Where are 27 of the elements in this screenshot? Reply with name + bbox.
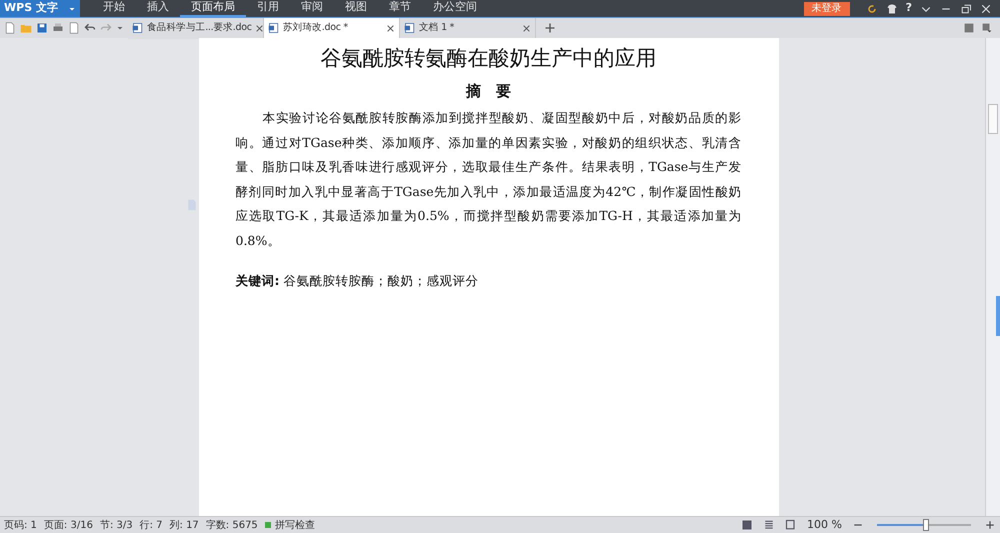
status-item: 节: 3/3 [100, 518, 133, 532]
menu-tab[interactable]: 开始 [92, 0, 136, 17]
menu-tab[interactable]: 引用 [246, 0, 290, 17]
tab-label: 文档 1 * [419, 20, 454, 35]
spell-check-label[interactable]: 拼写检查 [274, 518, 315, 532]
help-button[interactable]: ? [906, 0, 912, 17]
abstract-heading: 摘 要 [466, 80, 511, 102]
status-item: 字数: 5675 [206, 518, 258, 532]
status-item: 列: 17 [170, 518, 199, 532]
document-tab[interactable]: 苏刘琦改.doc * [264, 18, 400, 38]
status-item: 页面: 3/16 [44, 518, 93, 532]
status-item: 页码: 1 [4, 518, 37, 532]
keywords-label: 关键词: [236, 272, 280, 290]
menu-tab[interactable]: 插入 [136, 0, 180, 17]
abstract-paragraph: 本实验讨论谷氨酰胺转胺酶添加到搅拌型酸奶、凝固型酸奶中后，对酸奶品质的影响。通过对TGase种类、添加顺序、添加量的单因素实验，对酸奶的组织状态、乳清含量、脂肪口味及乳香味进行感观评分，选取最佳生产条件。结果表明，TGase与生产发酵剂同时加入乳中显著高于TGase先加入乳中，添加最适温度为42℃，制作凝固性酸奶应选取TG-K，其最适添加量为0.5%，而搅拌型酸奶需要添加TG-H，其最适添加量为0.8%。 [236, 109, 742, 250]
menu-tab[interactable]: 办公空间 [422, 0, 488, 17]
zoom-level: 100 % [807, 516, 842, 533]
menu-tab[interactable]: 章节 [378, 0, 422, 17]
document-title: 谷氨酰胺转氨酶在酸奶生产中的应用 [320, 45, 656, 72]
menu-tab[interactable]: 审阅 [290, 0, 334, 17]
tab-label: 苏刘琦改.doc * [283, 20, 348, 35]
status-item: 行: 7 [140, 518, 163, 532]
app-menu-button[interactable]: WPS 文字 [0, 0, 80, 17]
document-tab[interactable]: 食品科学与工...要求.doc [128, 18, 264, 38]
keywords-text: 谷氨酰胺转胺酶；酸奶；感观评分 [284, 272, 478, 290]
menu-tab[interactable]: 视图 [334, 0, 378, 17]
tab-label: 食品科学与工...要求.doc [147, 20, 252, 35]
